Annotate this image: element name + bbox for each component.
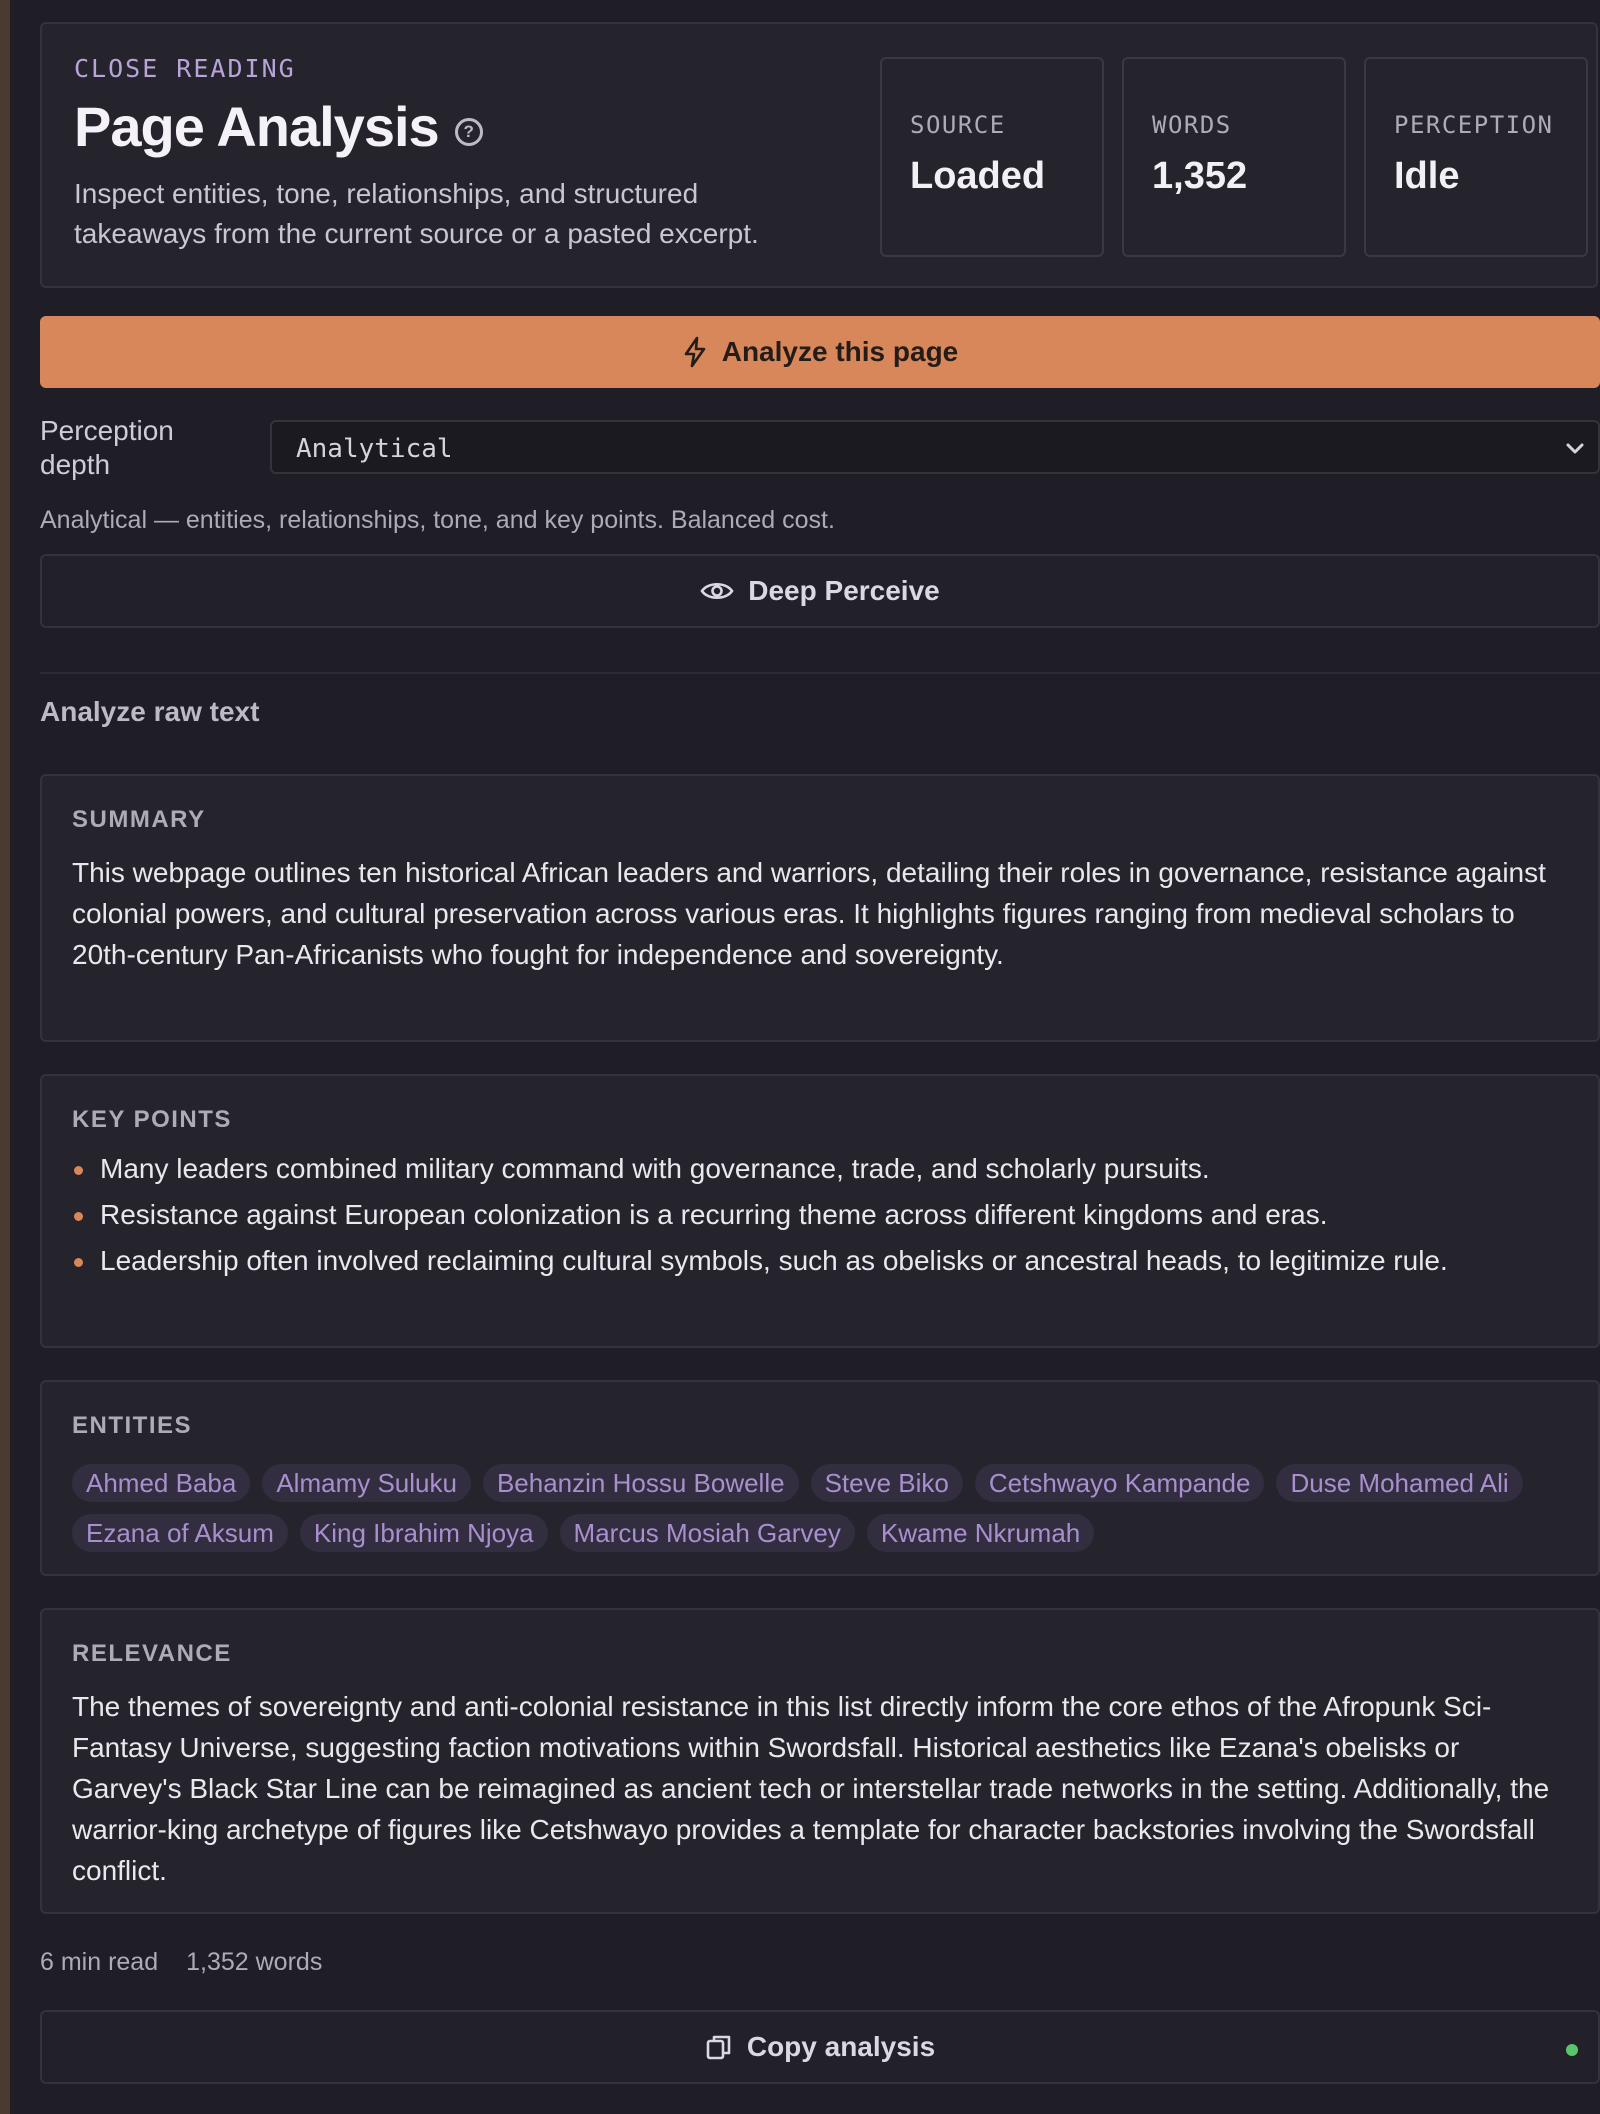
depth-select[interactable]: Analytical — [270, 420, 1600, 474]
section-divider — [40, 672, 1600, 674]
reading-meta: 6 min read 1,352 words — [40, 1948, 322, 1977]
entity-chip[interactable]: Almamy Suluku — [262, 1464, 471, 1502]
analyze-page-label: Analyze this page — [721, 336, 959, 367]
entity-chip[interactable]: Ahmed Baba — [72, 1464, 251, 1502]
copy-icon — [706, 2035, 731, 2060]
stat-label: PERCEPTION — [1394, 111, 1554, 139]
entities-card: ENTITIES Ahmed Baba Almamy Suluku Behanz… — [40, 1380, 1600, 1576]
status-dot — [1566, 2044, 1578, 2056]
stat-value: 1,352 — [1152, 155, 1248, 197]
page-subtitle: Inspect entities, tone, relationships, a… — [74, 178, 759, 249]
relevance-text: The themes of sovereignty and anti-colon… — [72, 1691, 1550, 1886]
list-item: Leadership often involved reclaiming cul… — [72, 1242, 1572, 1280]
copy-analysis-label: Copy analysis — [746, 2031, 936, 2062]
page-title: Page Analysis — [74, 95, 440, 158]
list-item: Many leaders combined military command w… — [72, 1150, 1572, 1188]
deep-perceive-button[interactable]: Deep Perceive — [40, 554, 1600, 628]
entity-chip[interactable]: Kwame Nkrumah — [866, 1514, 1095, 1552]
lightning-icon — [684, 336, 706, 368]
summary-title: SUMMARY — [72, 806, 206, 833]
entity-chip[interactable]: Steve Biko — [810, 1464, 963, 1502]
analyze-raw-text-toggle[interactable]: Analyze raw text — [40, 696, 259, 728]
stat-value: Loaded — [910, 155, 1046, 197]
word-count: 1,352 words — [186, 1948, 323, 1976]
window-edge — [0, 0, 10, 2114]
help-icon[interactable]: ? — [454, 117, 483, 146]
entities-title: ENTITIES — [72, 1412, 193, 1439]
key-points-title: KEY POINTS — [72, 1106, 232, 1133]
copy-analysis-button[interactable]: Copy analysis — [40, 2010, 1600, 2084]
entity-chip-list: Ahmed Baba Almamy Suluku Behanzin Hossu … — [72, 1464, 1572, 1552]
entity-chip[interactable]: Duse Mohamed Ali — [1276, 1464, 1523, 1502]
title-row: Page Analysis ? — [74, 94, 483, 159]
stat-value: Idle — [1394, 155, 1460, 197]
relevance-card: RELEVANCE The themes of sovereignty and … — [40, 1608, 1600, 1914]
analysis-panel: CLOSE READING Page Analysis ? Inspect en… — [10, 0, 1600, 2114]
chevron-down-icon — [1566, 443, 1584, 454]
entity-chip[interactable]: King Ibrahim Njoya — [299, 1514, 548, 1552]
entity-chip[interactable]: Cetshwayo Kampande — [974, 1464, 1265, 1502]
key-points-card: KEY POINTS Many leaders combined militar… — [40, 1074, 1600, 1348]
summary-text: This webpage outlines ten historical Afr… — [72, 857, 1546, 970]
stat-label: WORDS — [1152, 111, 1232, 139]
key-points-list: Many leaders combined military command w… — [72, 1150, 1572, 1288]
depth-description: Analytical — entities, relationships, to… — [40, 506, 835, 534]
stat-label: SOURCE — [910, 111, 1006, 139]
deep-perceive-label: Deep Perceive — [748, 575, 940, 606]
entity-chip[interactable]: Behanzin Hossu Bowelle — [482, 1464, 799, 1502]
stat-source: SOURCE Loaded — [880, 57, 1104, 257]
summary-card: SUMMARY This webpage outlines ten histor… — [40, 774, 1600, 1042]
eyebrow-label: CLOSE READING — [74, 54, 296, 83]
depth-select-value: Analytical — [296, 434, 453, 464]
read-time: 6 min read — [40, 1948, 159, 1976]
stat-words: WORDS 1,352 — [1122, 57, 1346, 257]
entity-chip[interactable]: Marcus Mosiah Garvey — [559, 1514, 855, 1552]
stat-perception: PERCEPTION Idle — [1364, 57, 1588, 257]
header-card: CLOSE READING Page Analysis ? Inspect en… — [40, 22, 1598, 288]
eye-icon — [700, 582, 734, 600]
relevance-title: RELEVANCE — [72, 1640, 232, 1667]
entity-chip[interactable]: Ezana of Aksum — [72, 1514, 288, 1552]
list-item: Resistance against European colonization… — [72, 1196, 1572, 1234]
depth-label: Perception depth — [40, 415, 174, 480]
analyze-page-button[interactable]: Analyze this page — [40, 316, 1600, 388]
